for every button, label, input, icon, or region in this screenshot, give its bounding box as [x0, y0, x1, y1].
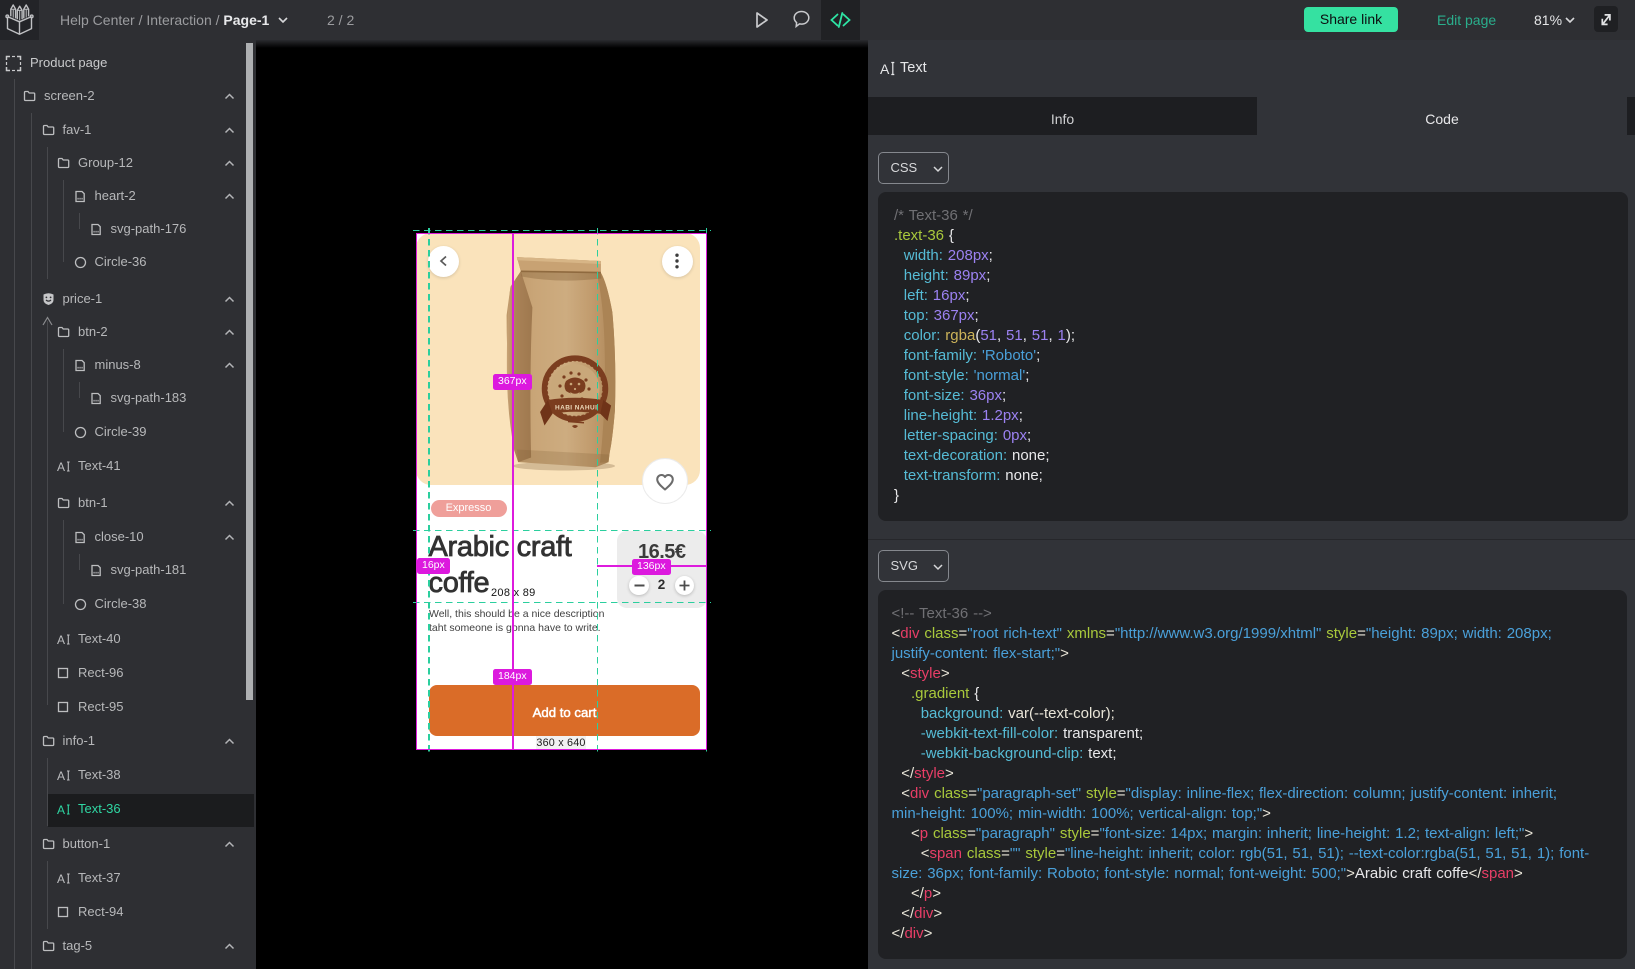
svg-text:A: A: [57, 633, 65, 646]
svg-text:A: A: [57, 872, 65, 885]
svg-text:A: A: [57, 803, 65, 816]
svg-text:A: A: [880, 61, 890, 76]
svg-text:A: A: [57, 460, 65, 473]
svg-text:A: A: [57, 769, 65, 782]
